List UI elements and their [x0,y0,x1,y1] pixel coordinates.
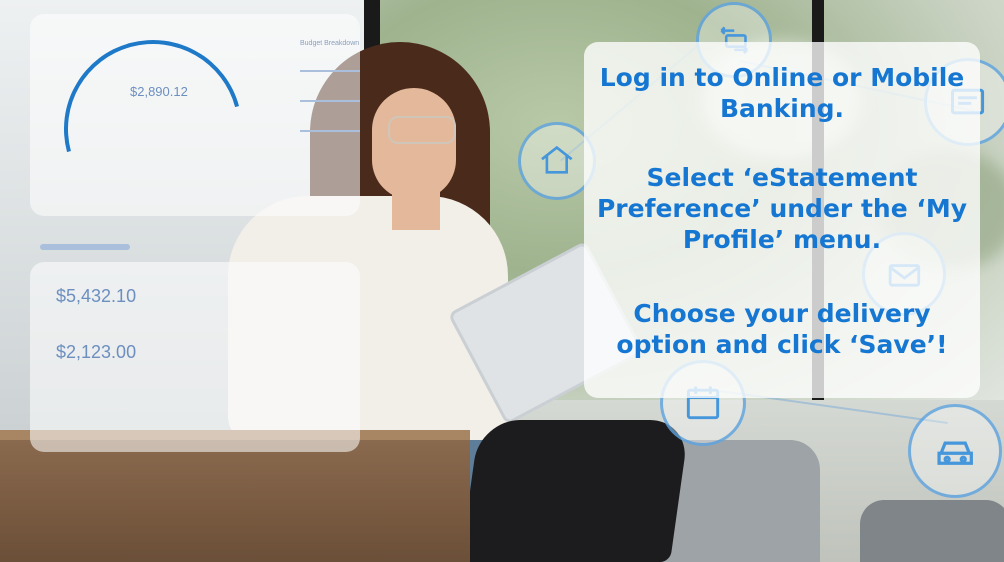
instruction-step-1: Log in to Online or Mobile Banking. [599,63,965,123]
glasses [388,116,456,144]
handbag [460,420,690,562]
account-balance: $5,432.10 [56,286,137,306]
budget-line [300,130,360,132]
woman-face [372,88,456,200]
wooden-table [0,440,470,562]
accounts-header [40,244,130,250]
instruction-step-3: Choose your delivery option and click ‘S… [616,299,948,359]
account-balance: $2,123.00 [56,342,137,362]
chair [860,500,1004,562]
instruction-step-2: Select ‘eStatement Preference’ under the… [596,163,968,254]
balance-main: $2,890.12 [130,84,188,99]
budget-line [300,70,360,72]
car-icon [908,404,1002,498]
budget-line [300,100,360,102]
budget-label: Budget Breakdown [300,40,360,47]
